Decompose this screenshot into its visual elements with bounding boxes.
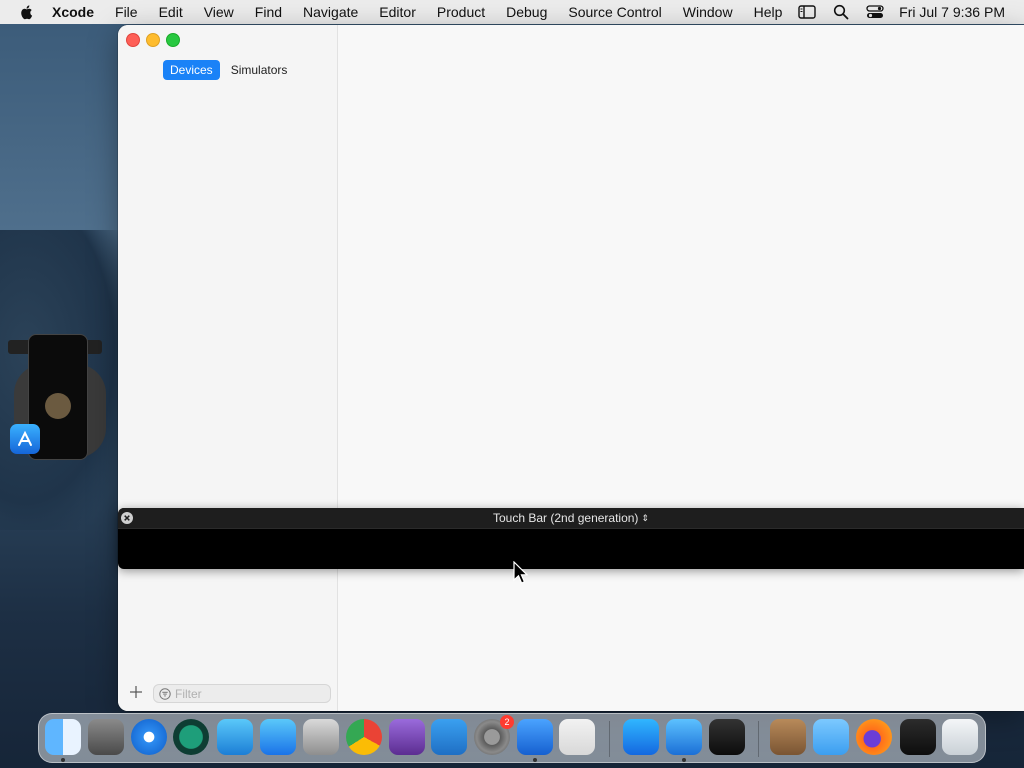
menu-navigate[interactable]: Navigate	[303, 4, 358, 20]
devices-window: Devices Simulators	[118, 25, 1024, 711]
sidebar-status-icon[interactable]	[797, 4, 817, 20]
menu-view[interactable]: View	[204, 4, 234, 20]
touch-bar-device-selector[interactable]: Touch Bar (2nd generation) ⇕	[118, 511, 1024, 525]
running-indicator	[533, 758, 537, 762]
menu-file[interactable]: File	[115, 4, 138, 20]
filter-input[interactable]	[175, 686, 315, 701]
app-store-connect-icon	[10, 424, 40, 454]
minimize-button[interactable]	[146, 33, 160, 47]
chrome-icon[interactable]	[346, 719, 382, 755]
dock-separator	[609, 721, 610, 757]
control-center-icon[interactable]	[865, 4, 885, 20]
script-editor-icon[interactable]	[88, 719, 124, 755]
trash-icon[interactable]	[942, 719, 978, 755]
testflight-icon[interactable]	[217, 719, 253, 755]
menu-editor[interactable]: Editor	[379, 4, 416, 20]
activity-monitor-icon[interactable]	[900, 719, 936, 755]
filter-field[interactable]	[153, 684, 331, 703]
touch-bar-titlebar: Touch Bar (2nd generation) ⇕	[118, 508, 1024, 529]
menu-find[interactable]: Find	[255, 4, 282, 20]
menu-bar: Xcode File Edit View Find Navigate Edito…	[0, 0, 1024, 24]
app-store-icon[interactable]	[623, 719, 659, 755]
visual-studio-icon[interactable]	[389, 719, 425, 755]
firefox-icon[interactable]	[856, 719, 892, 755]
devices-sidebar: Devices Simulators	[118, 25, 338, 711]
archive-icon[interactable]	[770, 719, 806, 755]
xcode-icon[interactable]	[666, 719, 702, 755]
close-button[interactable]	[126, 33, 140, 47]
desktop-window-thumbnail[interactable]	[8, 334, 118, 460]
launchpad-icon[interactable]	[559, 719, 595, 755]
mouse-cursor-icon	[513, 561, 529, 584]
system-preferences-icon[interactable]: 2	[474, 715, 514, 755]
spotlight-search-icon[interactable]	[831, 4, 851, 20]
add-device-icon[interactable]	[127, 683, 145, 701]
menu-help[interactable]: Help	[754, 4, 783, 20]
tab-devices[interactable]: Devices	[163, 60, 220, 80]
simulator-icon[interactable]	[517, 719, 553, 755]
touch-bar-window: Touch Bar (2nd generation) ⇕	[118, 508, 1024, 569]
thumbnail-disc	[45, 393, 71, 419]
tab-simulators[interactable]: Simulators	[224, 60, 295, 80]
menu-app-name[interactable]: Xcode	[52, 4, 94, 20]
system-toolkit-icon[interactable]	[303, 719, 339, 755]
finder-icon[interactable]	[45, 719, 81, 755]
running-indicator	[682, 758, 686, 762]
device-detail-pane	[338, 25, 1024, 711]
notification-badge: 2	[500, 715, 514, 729]
dock: 2	[38, 713, 986, 763]
zoom-button[interactable]	[166, 33, 180, 47]
menu-product[interactable]: Product	[437, 4, 485, 20]
menu-window[interactable]: Window	[683, 4, 733, 20]
safari-icon[interactable]	[131, 719, 167, 755]
folder-icon[interactable]	[813, 719, 849, 755]
touch-bar-title: Touch Bar (2nd generation)	[493, 511, 639, 525]
menu-edit[interactable]: Edit	[159, 4, 183, 20]
xcode-app-store-icon[interactable]	[260, 719, 296, 755]
chevron-up-down-icon: ⇕	[641, 513, 649, 523]
apple-menu-icon[interactable]	[18, 3, 36, 21]
menu-debug[interactable]: Debug	[506, 4, 547, 20]
devices-simulators-segmented-control: Devices Simulators	[163, 60, 298, 80]
filter-icon	[159, 687, 171, 700]
console-icon[interactable]	[709, 719, 745, 755]
menu-source-control[interactable]: Source Control	[568, 4, 661, 20]
time-machine-icon[interactable]	[173, 719, 209, 755]
dock-separator	[758, 721, 759, 757]
running-indicator	[61, 758, 65, 762]
menu-bar-clock[interactable]: Fri Jul 7 9:36 PM	[899, 4, 1005, 20]
vscode-icon[interactable]	[431, 719, 467, 755]
